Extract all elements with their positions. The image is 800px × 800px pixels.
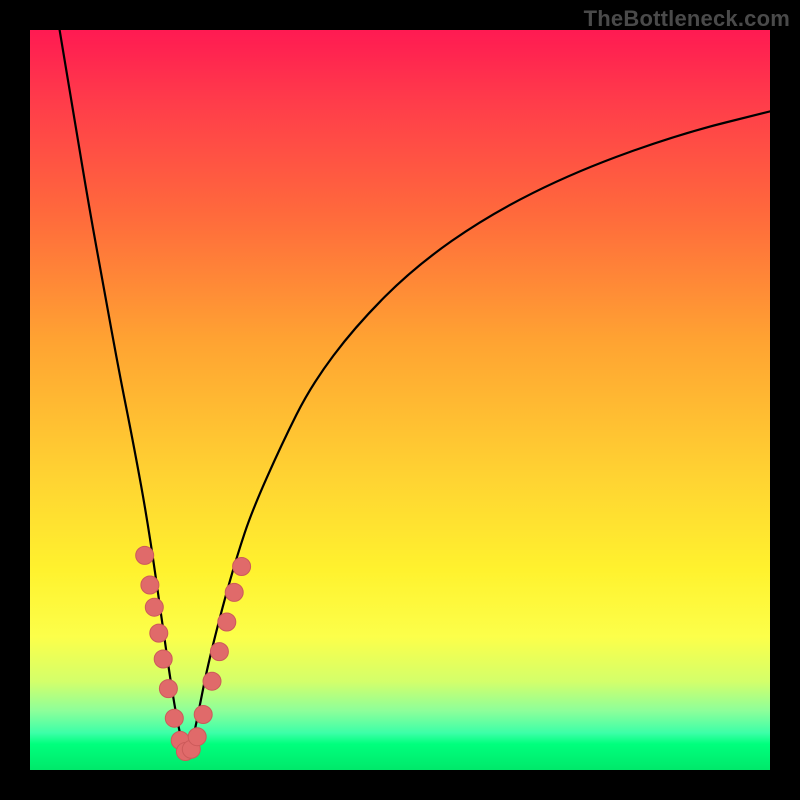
curve-marker: [194, 706, 212, 724]
plot-area: [30, 30, 770, 770]
curve-marker: [145, 598, 163, 616]
curve-marker: [210, 643, 228, 661]
curve-marker: [225, 583, 243, 601]
curve-marker: [159, 680, 177, 698]
curve-svg: [30, 30, 770, 770]
curve-marker: [150, 624, 168, 642]
curve-markers: [136, 546, 251, 760]
curve-marker: [136, 546, 154, 564]
curve-marker: [203, 672, 221, 690]
curve-marker: [154, 650, 172, 668]
curve-marker: [141, 576, 159, 594]
curve-marker: [218, 613, 236, 631]
chart-frame: TheBottleneck.com: [0, 0, 800, 800]
curve-marker: [188, 728, 206, 746]
curve-marker: [233, 558, 251, 576]
watermark-text: TheBottleneck.com: [584, 6, 790, 32]
curve-marker: [165, 709, 183, 727]
bottleneck-curve: [60, 30, 770, 750]
